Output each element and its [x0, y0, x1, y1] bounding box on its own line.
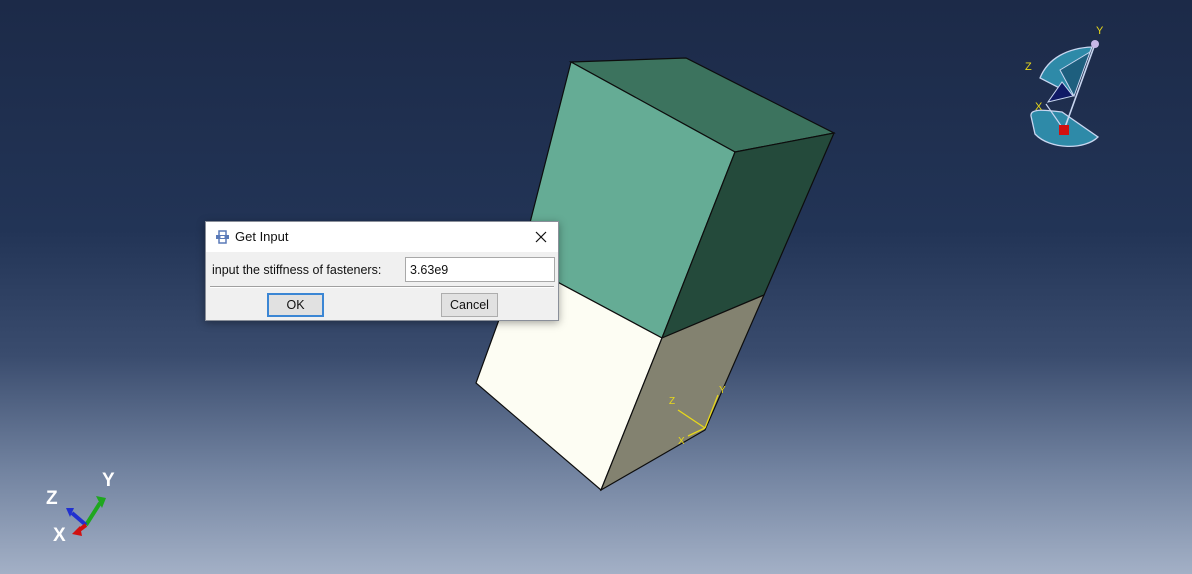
- close-icon[interactable]: [532, 228, 550, 246]
- view-orientation-widget[interactable]: Y Z X: [1025, 25, 1104, 148]
- view-widget-x-label: X: [1035, 101, 1043, 113]
- cancel-button[interactable]: Cancel: [441, 293, 498, 317]
- dialog-title: Get Input: [235, 229, 289, 244]
- ok-button[interactable]: OK: [267, 293, 324, 317]
- dialog-separator: [210, 286, 554, 288]
- view-widget-y-label: Y: [1096, 25, 1104, 37]
- global-triad-x-label: X: [53, 525, 66, 546]
- global-csys-triad: Y Z X: [46, 470, 115, 546]
- global-triad-z-label: Z: [46, 488, 58, 509]
- model-viewport[interactable]: Y Z X Y Z X Y Z X Get Input input the st…: [0, 0, 1192, 574]
- dialog-titlebar[interactable]: Get Input: [206, 222, 558, 252]
- view-widget-z-label: Z: [1025, 61, 1032, 73]
- model-triad-x-label: X: [678, 436, 685, 447]
- model-scene: Y Z X Y Z X Y Z X: [46, 25, 1104, 546]
- abaqus-icon: [216, 230, 229, 244]
- model-triad-y-label: Y: [719, 385, 726, 396]
- model-triad-z-label: Z: [669, 396, 675, 407]
- stiffness-field-label: input the stiffness of fasteners:: [212, 263, 382, 277]
- get-input-dialog[interactable]: Get Input input the stiffness of fastene…: [205, 221, 559, 321]
- stiffness-input[interactable]: [405, 257, 555, 282]
- global-triad-y-label: Y: [102, 470, 115, 491]
